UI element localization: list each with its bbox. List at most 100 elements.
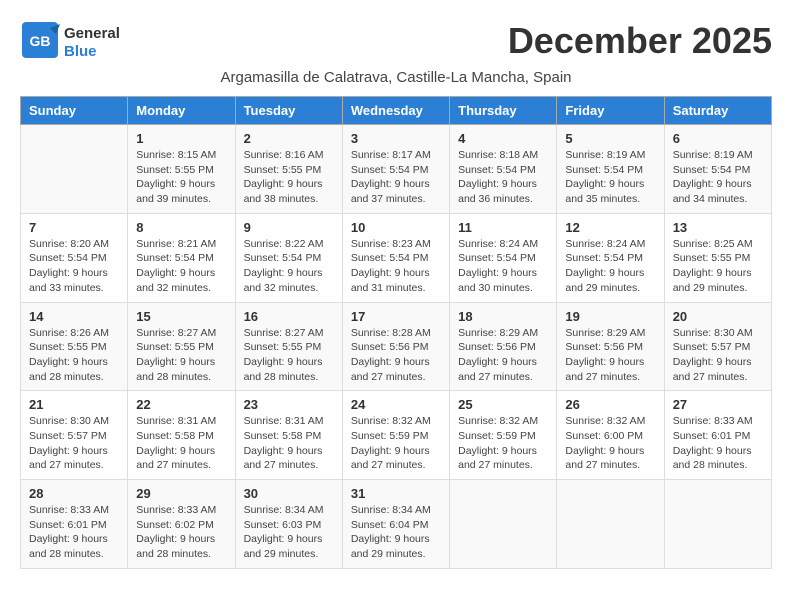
day-detail: Sunrise: 8:29 AMSunset: 5:56 PMDaylight:… bbox=[458, 326, 548, 385]
day-number: 21 bbox=[29, 397, 119, 412]
calendar-cell: 31 Sunrise: 8:34 AMSunset: 6:04 PMDayligh… bbox=[342, 480, 449, 569]
day-detail: Sunrise: 8:18 AMSunset: 5:54 PMDaylight:… bbox=[458, 148, 548, 207]
calendar-cell bbox=[557, 480, 664, 569]
day-number: 26 bbox=[565, 397, 655, 412]
day-number: 20 bbox=[673, 309, 763, 324]
day-number: 3 bbox=[351, 131, 441, 146]
day-detail: Sunrise: 8:30 AMSunset: 5:57 PMDaylight:… bbox=[29, 414, 119, 473]
day-number: 22 bbox=[136, 397, 226, 412]
day-detail: Sunrise: 8:17 AMSunset: 5:54 PMDaylight:… bbox=[351, 148, 441, 207]
calendar-cell: 19 Sunrise: 8:29 AMSunset: 5:56 PMDayligh… bbox=[557, 302, 664, 391]
day-detail: Sunrise: 8:22 AMSunset: 5:54 PMDaylight:… bbox=[244, 237, 334, 296]
calendar-cell: 7 Sunrise: 8:20 AMSunset: 5:54 PMDaylight… bbox=[21, 213, 128, 302]
day-detail: Sunrise: 8:19 AMSunset: 5:54 PMDaylight:… bbox=[565, 148, 655, 207]
header-saturday: Saturday bbox=[664, 97, 771, 125]
logo-general: General bbox=[64, 25, 120, 42]
header-tuesday: Tuesday bbox=[235, 97, 342, 125]
day-detail: Sunrise: 8:33 AMSunset: 6:01 PMDaylight:… bbox=[29, 503, 119, 562]
day-number: 27 bbox=[673, 397, 763, 412]
header-monday: Monday bbox=[128, 97, 235, 125]
calendar-week-3: 21 Sunrise: 8:30 AMSunset: 5:57 PMDayligh… bbox=[21, 391, 772, 480]
day-number: 8 bbox=[136, 220, 226, 235]
day-detail: Sunrise: 8:15 AMSunset: 5:55 PMDaylight:… bbox=[136, 148, 226, 207]
calendar-week-1: 7 Sunrise: 8:20 AMSunset: 5:54 PMDaylight… bbox=[21, 213, 772, 302]
calendar-cell bbox=[450, 480, 557, 569]
calendar-cell: 11 Sunrise: 8:24 AMSunset: 5:54 PMDayligh… bbox=[450, 213, 557, 302]
day-number: 7 bbox=[29, 220, 119, 235]
day-detail: Sunrise: 8:16 AMSunset: 5:55 PMDaylight:… bbox=[244, 148, 334, 207]
day-number: 4 bbox=[458, 131, 548, 146]
calendar-week-4: 28 Sunrise: 8:33 AMSunset: 6:01 PMDayligh… bbox=[21, 480, 772, 569]
day-number: 1 bbox=[136, 131, 226, 146]
day-detail: Sunrise: 8:31 AMSunset: 5:58 PMDaylight:… bbox=[244, 414, 334, 473]
calendar-cell: 12Sunrise: 8:24 AMSunset: 5:54 PMDayligh… bbox=[557, 213, 664, 302]
calendar-cell: 20Sunrise: 8:30 AMSunset: 5:57 PMDayligh… bbox=[664, 302, 771, 391]
day-detail: Sunrise: 8:34 AMSunset: 6:04 PMDaylight:… bbox=[351, 503, 441, 562]
header-thursday: Thursday bbox=[450, 97, 557, 125]
calendar-week-2: 14 Sunrise: 8:26 AMSunset: 5:55 PMDayligh… bbox=[21, 302, 772, 391]
calendar-cell: 6Sunrise: 8:19 AMSunset: 5:54 PMDaylight… bbox=[664, 125, 771, 214]
day-number: 23 bbox=[244, 397, 334, 412]
page-title: December 2025 bbox=[508, 20, 772, 62]
day-number: 6 bbox=[673, 131, 763, 146]
calendar-cell: 17 Sunrise: 8:28 AMSunset: 5:56 PMDayligh… bbox=[342, 302, 449, 391]
day-detail: Sunrise: 8:24 AMSunset: 5:54 PMDaylight:… bbox=[565, 237, 655, 296]
svg-text:GB: GB bbox=[30, 33, 51, 49]
calendar-cell: 25 Sunrise: 8:32 AMSunset: 5:59 PMDayligh… bbox=[450, 391, 557, 480]
calendar-cell: 27 Sunrise: 8:33 AMSunset: 6:01 PMDayligh… bbox=[664, 391, 771, 480]
day-number: 16 bbox=[244, 309, 334, 324]
calendar-cell bbox=[21, 125, 128, 214]
calendar-cell: 10Sunrise: 8:23 AMSunset: 5:54 PMDayligh… bbox=[342, 213, 449, 302]
calendar-cell: 18Sunrise: 8:29 AMSunset: 5:56 PMDayligh… bbox=[450, 302, 557, 391]
calendar-cell: 14 Sunrise: 8:26 AMSunset: 5:55 PMDayligh… bbox=[21, 302, 128, 391]
calendar-cell: 8 Sunrise: 8:21 AMSunset: 5:54 PMDaylight… bbox=[128, 213, 235, 302]
day-number: 2 bbox=[244, 131, 334, 146]
day-detail: Sunrise: 8:33 AMSunset: 6:02 PMDaylight:… bbox=[136, 503, 226, 562]
subtitle: Argamasilla de Calatrava, Castille-La Ma… bbox=[20, 69, 772, 86]
day-detail: Sunrise: 8:34 AMSunset: 6:03 PMDaylight:… bbox=[244, 503, 334, 562]
day-number: 11 bbox=[458, 220, 548, 235]
day-detail: Sunrise: 8:20 AMSunset: 5:54 PMDaylight:… bbox=[29, 237, 119, 296]
day-number: 5 bbox=[565, 131, 655, 146]
day-number: 29 bbox=[136, 486, 226, 501]
day-detail: Sunrise: 8:33 AMSunset: 6:01 PMDaylight:… bbox=[673, 414, 763, 473]
calendar-week-0: 1 Sunrise: 8:15 AMSunset: 5:55 PMDaylight… bbox=[21, 125, 772, 214]
day-number: 13 bbox=[673, 220, 763, 235]
calendar-cell: 30 Sunrise: 8:34 AMSunset: 6:03 PMDayligh… bbox=[235, 480, 342, 569]
day-number: 17 bbox=[351, 309, 441, 324]
day-number: 31 bbox=[351, 486, 441, 501]
day-number: 15 bbox=[136, 309, 226, 324]
day-detail: Sunrise: 8:32 AMSunset: 5:59 PMDaylight:… bbox=[458, 414, 548, 473]
header-sunday: Sunday bbox=[21, 97, 128, 125]
day-detail: Sunrise: 8:26 AMSunset: 5:55 PMDaylight:… bbox=[29, 326, 119, 385]
day-detail: Sunrise: 8:23 AMSunset: 5:54 PMDaylight:… bbox=[351, 237, 441, 296]
day-detail: Sunrise: 8:25 AMSunset: 5:55 PMDaylight:… bbox=[673, 237, 763, 296]
calendar-cell: 9 Sunrise: 8:22 AMSunset: 5:54 PMDaylight… bbox=[235, 213, 342, 302]
calendar-cell: 13 Sunrise: 8:25 AMSunset: 5:55 PMDayligh… bbox=[664, 213, 771, 302]
day-detail: Sunrise: 8:29 AMSunset: 5:56 PMDaylight:… bbox=[565, 326, 655, 385]
calendar-cell: 21 Sunrise: 8:30 AMSunset: 5:57 PMDayligh… bbox=[21, 391, 128, 480]
day-detail: Sunrise: 8:21 AMSunset: 5:54 PMDaylight:… bbox=[136, 237, 226, 296]
day-number: 28 bbox=[29, 486, 119, 501]
calendar-cell: 2 Sunrise: 8:16 AMSunset: 5:55 PMDaylight… bbox=[235, 125, 342, 214]
calendar-cell: 29 Sunrise: 8:33 AMSunset: 6:02 PMDayligh… bbox=[128, 480, 235, 569]
day-number: 9 bbox=[244, 220, 334, 235]
logo: GB General Blue bbox=[20, 20, 120, 65]
day-detail: Sunrise: 8:28 AMSunset: 5:56 PMDaylight:… bbox=[351, 326, 441, 385]
calendar-cell: 15 Sunrise: 8:27 AMSunset: 5:55 PMDayligh… bbox=[128, 302, 235, 391]
day-detail: Sunrise: 8:27 AMSunset: 5:55 PMDaylight:… bbox=[136, 326, 226, 385]
header-wednesday: Wednesday bbox=[342, 97, 449, 125]
day-detail: Sunrise: 8:24 AMSunset: 5:54 PMDaylight:… bbox=[458, 237, 548, 296]
calendar-header: SundayMondayTuesdayWednesdayThursdayFrid… bbox=[21, 97, 772, 125]
header-friday: Friday bbox=[557, 97, 664, 125]
day-number: 25 bbox=[458, 397, 548, 412]
calendar-cell bbox=[664, 480, 771, 569]
day-number: 14 bbox=[29, 309, 119, 324]
calendar-cell: 16 Sunrise: 8:27 AMSunset: 5:55 PMDayligh… bbox=[235, 302, 342, 391]
day-number: 19 bbox=[565, 309, 655, 324]
calendar-cell: 5 Sunrise: 8:19 AMSunset: 5:54 PMDaylight… bbox=[557, 125, 664, 214]
day-number: 24 bbox=[351, 397, 441, 412]
calendar-cell: 22Sunrise: 8:31 AMSunset: 5:58 PMDayligh… bbox=[128, 391, 235, 480]
day-number: 30 bbox=[244, 486, 334, 501]
day-detail: Sunrise: 8:27 AMSunset: 5:55 PMDaylight:… bbox=[244, 326, 334, 385]
